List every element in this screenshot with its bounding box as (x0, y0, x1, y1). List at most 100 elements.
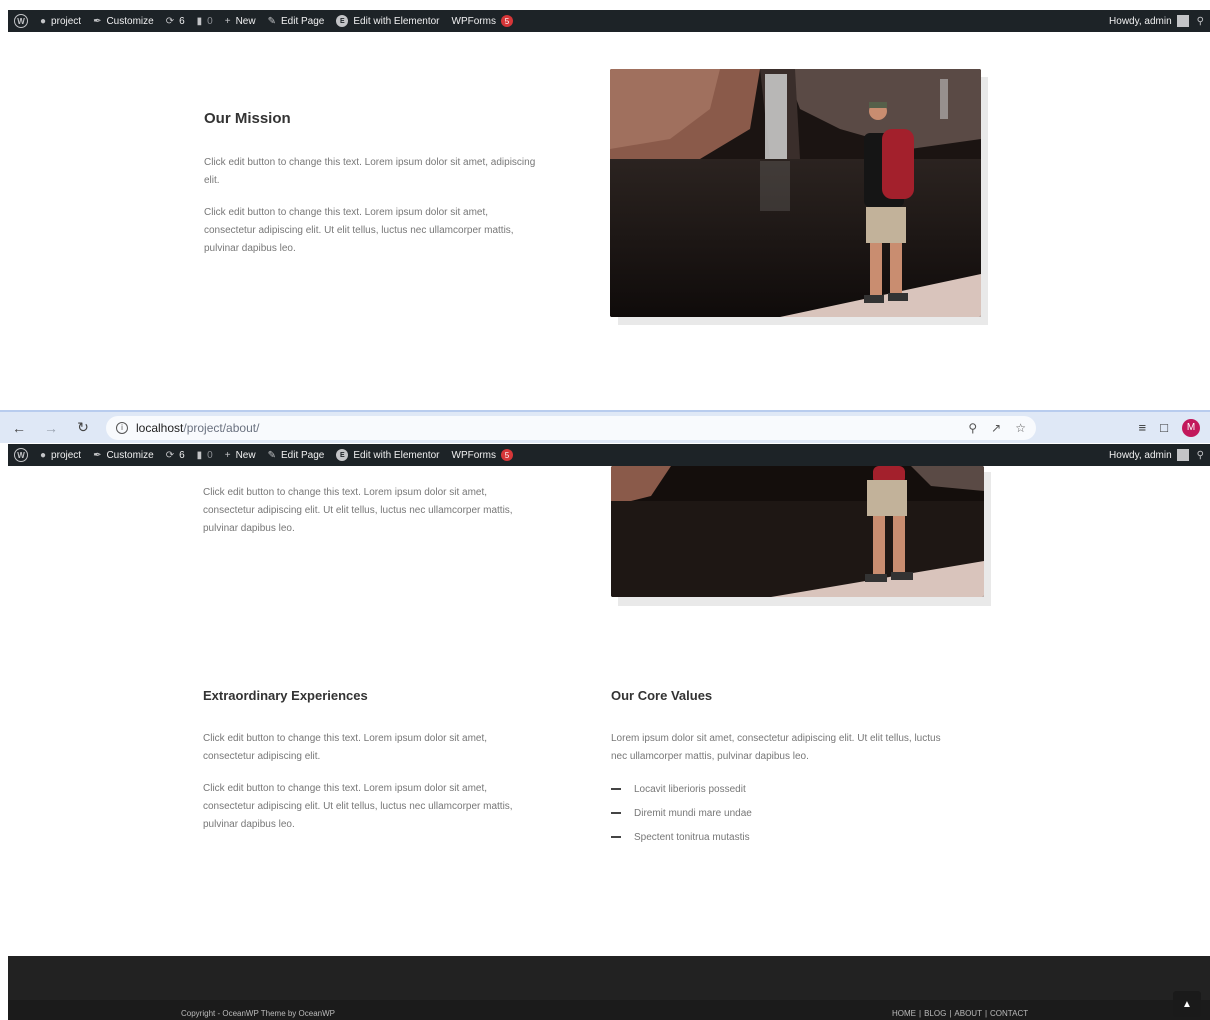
elementor-label: Edit with Elementor (353, 15, 440, 27)
admin-bar-new[interactable]: + New (225, 450, 256, 461)
admin-bar-comments[interactable]: ▮ 0 (197, 450, 213, 461)
admin-bar-account[interactable]: Howdy, admin (1109, 449, 1189, 461)
experiences-heading: Extraordinary Experiences (203, 688, 368, 703)
url-text: localhost/project/about/ (136, 420, 260, 435)
hiker-waterfall-image (610, 69, 981, 317)
howdy-label: Howdy, admin (1109, 15, 1172, 27)
wordpress-logo-icon[interactable]: W (14, 448, 28, 462)
list-item: Locavit liberioris possedit (611, 777, 752, 801)
wpforms-badge: 5 (500, 15, 513, 27)
wpforms-badge: 5 (500, 449, 513, 461)
edit-page-label: Edit Page (280, 449, 325, 461)
new-label: New (235, 449, 256, 461)
customize-label: Customize (106, 15, 154, 27)
dashboard-icon: ● (40, 15, 47, 27)
list-item: Diremit mundi mare undae (611, 801, 752, 825)
list-item: Spectent tonitrua mutastis (611, 825, 752, 849)
elementor-label: Edit with Elementor (353, 449, 440, 461)
forward-arrow-icon[interactable]: → (42, 420, 60, 436)
admin-bar-account[interactable]: Howdy, admin (1109, 15, 1189, 27)
footer-link-about[interactable]: ABOUT (954, 1009, 982, 1018)
core-values-heading: Our Core Values (611, 688, 713, 703)
admin-bar-elementor[interactable]: E Edit with Elementor (336, 15, 440, 27)
admin-bar-wpforms[interactable]: WPForms 5 (452, 15, 513, 27)
mission-paragraph-1: Click edit button to change this text. L… (204, 157, 536, 186)
mission-paragraph-2-scrolled: Click edit button to change this text. L… (203, 487, 513, 534)
updates-count: 6 (179, 15, 185, 27)
dashboard-icon: ● (40, 449, 47, 461)
howdy-label: Howdy, admin (1109, 449, 1172, 461)
admin-bar-updates[interactable]: ⟳ 6 (166, 450, 185, 461)
search-icon[interactable]: ⚲ (1197, 450, 1204, 461)
browser-toolbar: ← → ↻ i localhost/project/about/ ⚲ ↗ ☆ ≡… (0, 410, 1210, 443)
hiker-photo (610, 69, 990, 327)
new-label: New (235, 15, 256, 27)
brush-icon: ✒ (93, 449, 102, 461)
core-values-paragraph: Lorem ipsum dolor sit amet, consectetur … (611, 733, 941, 762)
profile-avatar[interactable]: M (1182, 418, 1200, 437)
dash-icon (611, 812, 621, 814)
footer-link-contact[interactable]: CONTACT (990, 1009, 1028, 1018)
plus-icon: + (224, 15, 231, 27)
plus-icon: + (224, 449, 231, 461)
admin-bar-site[interactable]: ● project (40, 450, 81, 461)
site-name: project (51, 449, 82, 461)
search-icon[interactable]: ⚲ (1197, 16, 1204, 27)
footer-separator: | (949, 1009, 952, 1018)
admin-bar-new[interactable]: + New (225, 16, 256, 27)
elementor-icon: E (336, 449, 349, 461)
admin-bar-wpforms[interactable]: WPForms 5 (452, 449, 513, 461)
wpforms-label: WPForms (451, 15, 496, 27)
pencil-icon: ✎ (267, 449, 276, 461)
comment-icon: ▮ (196, 15, 203, 27)
wp-admin-bar-2: W ● project ✒ Customize ⟳ 6 ▮ 0 + New ✎ … (8, 444, 1210, 466)
copyright-text: Copyright - OceanWP Theme by OceanWP (181, 1009, 335, 1018)
admin-bar-customize[interactable]: ✒ Customize (93, 450, 154, 461)
updates-icon: ⟳ (165, 15, 175, 27)
updates-icon: ⟳ (165, 449, 175, 461)
dash-icon (611, 788, 621, 790)
chevron-up-icon: ▲ (1182, 998, 1192, 1010)
comments-count: 0 (207, 449, 213, 461)
admin-bar-customize[interactable]: ✒ Customize (93, 16, 154, 27)
experiences-paragraph-2: Click edit button to change this text. L… (203, 783, 513, 830)
reload-icon[interactable]: ↻ (74, 419, 92, 436)
footer-separator: | (919, 1009, 922, 1018)
footer-widgets-area (8, 956, 1210, 1000)
reading-list-icon[interactable]: ≡ (1139, 420, 1147, 435)
hiker-photo-cropped (611, 466, 992, 606)
zoom-icon[interactable]: ⚲ (968, 421, 977, 435)
admin-bar-elementor[interactable]: E Edit with Elementor (336, 449, 440, 461)
back-arrow-icon[interactable]: ← (10, 420, 28, 436)
wordpress-logo-icon[interactable]: W (14, 14, 28, 28)
address-bar[interactable]: i localhost/project/about/ ⚲ ↗ ☆ (106, 415, 1036, 440)
brush-icon: ✒ (93, 15, 102, 27)
side-panel-icon[interactable]: □ (1160, 420, 1168, 435)
footer-bottom-bar: Copyright - OceanWP Theme by OceanWP HOM… (8, 1000, 1210, 1020)
footer-nav: HOME | BLOG | ABOUT | CONTACT (892, 1009, 1028, 1018)
customize-label: Customize (106, 449, 154, 461)
admin-bar-edit-page[interactable]: ✎ Edit Page (268, 450, 325, 461)
wpforms-label: WPForms (451, 449, 496, 461)
footer-link-blog[interactable]: BLOG (924, 1009, 946, 1018)
avatar (1176, 15, 1189, 27)
elementor-icon: E (336, 15, 349, 27)
scroll-to-top-button[interactable]: ▲ (1173, 991, 1201, 1017)
footer-separator: | (984, 1009, 988, 1018)
experiences-paragraph-1: Click edit button to change this text. L… (203, 733, 488, 762)
mission-paragraph-2: Click edit button to change this text. L… (204, 207, 514, 254)
mission-heading: Our Mission (204, 110, 291, 127)
pencil-icon: ✎ (267, 15, 276, 27)
admin-bar-edit-page[interactable]: ✎ Edit Page (268, 16, 325, 27)
core-values-list: Locavit liberioris possedit Diremit mund… (611, 777, 752, 849)
share-icon[interactable]: ↗ (991, 421, 1001, 435)
wp-admin-bar: W ● project ✒ Customize ⟳ 6 ▮ 0 + New ✎ … (8, 10, 1210, 32)
avatar (1176, 449, 1189, 461)
bookmark-star-icon[interactable]: ☆ (1015, 421, 1026, 435)
footer-link-home[interactable]: HOME (892, 1009, 916, 1018)
admin-bar-comments[interactable]: ▮ 0 (197, 16, 213, 27)
site-info-icon[interactable]: i (116, 421, 128, 434)
site-name: project (51, 15, 82, 27)
admin-bar-updates[interactable]: ⟳ 6 (166, 16, 185, 27)
admin-bar-site[interactable]: ● project (40, 16, 81, 27)
